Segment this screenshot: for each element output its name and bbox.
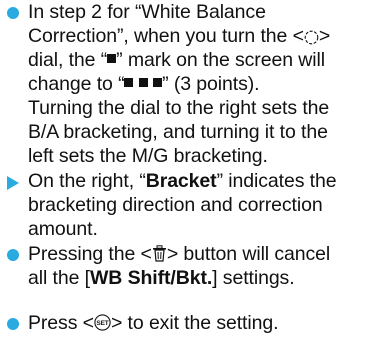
bullet-dot-icon [7,249,19,261]
square-mark-icon [107,54,117,64]
erase-button-icon [152,244,167,262]
text-span: Turning the dial to the right sets the [28,97,330,119]
manual-page: In step 2 for “White Balance Correction”… [0,0,378,357]
text-line: left sets the M/G bracketing. [28,144,373,168]
text-line: bracketing direction and correction [28,193,373,217]
text-line: Turning the dial to the right sets the [28,96,373,120]
text-span: ] settings. [212,267,295,289]
wb-shift-term: WB Shift/Bkt. [89,267,213,289]
bullet-text: On the right, “Bracket” indicates the br… [28,169,373,241]
text-span: > button will cancel [166,243,331,265]
text-line: In step 2 for “White Balance [28,0,373,24]
quick-control-dial-icon [304,27,319,45]
text-span: On the right, “ [28,170,146,192]
text-span: > [318,25,331,47]
text-span: ” indicates the [216,170,337,192]
text-line: change to “ ” (3 points). [28,72,373,96]
square-mark-icon [124,78,134,88]
text-span: Correction”, when you turn the < [28,25,304,47]
text-line: Pressing the < > button will cancel [28,242,373,266]
text-span: bracketing direction and correction [28,194,323,216]
text-span: all the [ [28,267,90,289]
bullet-text: In step 2 for “White Balance Correction”… [28,0,373,168]
bullet-text: Press < SET > to exit the setting. [28,311,373,335]
text-line: all the [WB Shift/Bkt.] settings. [28,266,373,290]
text-span: Pressing the < [28,243,152,265]
text-line: Correction”, when you turn the < > [28,24,373,48]
text-line: amount. [28,217,373,241]
square-mark-icon [138,78,148,88]
text-span: dial, the “ [28,49,108,71]
text-span: In step 2 for “White Balance [28,1,266,23]
bullet-dot-icon [7,7,19,19]
svg-text:SET: SET [96,320,108,327]
text-line: On the right, “Bracket” indicates the [28,169,373,193]
text-line: B/A bracketing, and turning it to the [28,120,373,144]
text-line: dial, the “ ” mark on the screen will [28,48,373,72]
text-span: change to “ [28,73,125,95]
text-span: amount. [28,218,98,240]
text-span: left sets the M/G bracketing. [28,145,268,167]
text-span: ” (3 points). [162,73,260,95]
text-span: B/A bracketing, and turning it to the [28,121,328,143]
bracket-term: Bracket [145,170,217,192]
text-span: Press < [28,312,94,334]
text-line: Press < SET > to exit the setting. [28,311,373,335]
bullet-triangle-icon [7,176,19,190]
set-button-icon: SET [94,313,111,331]
square-mark-icon [153,78,163,88]
bullet-dot-icon [7,318,19,330]
text-span: > to exit the setting. [110,312,279,334]
text-span: ” mark on the screen will [116,49,325,71]
bullet-text: Pressing the < > button will cancel all t… [28,242,373,290]
